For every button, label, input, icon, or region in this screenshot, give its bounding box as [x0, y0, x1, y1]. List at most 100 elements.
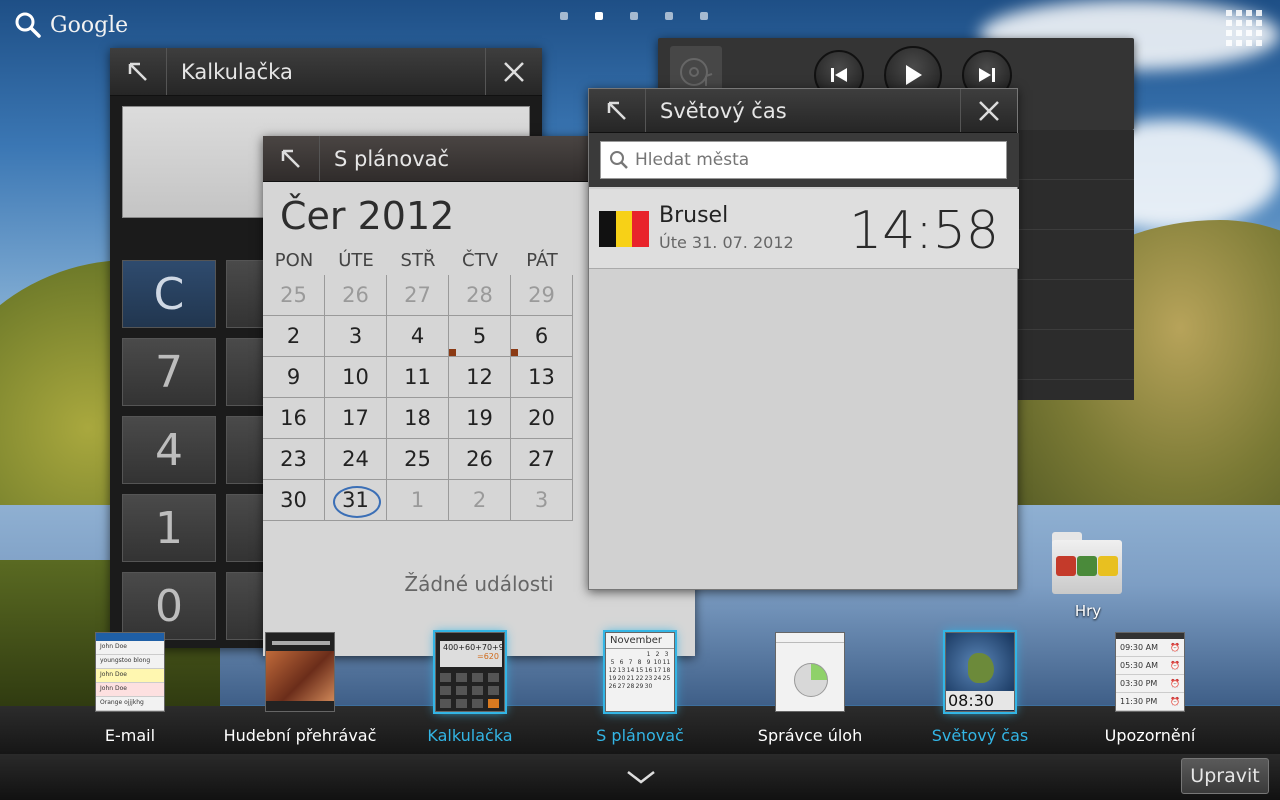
next-icon	[979, 68, 995, 82]
planner-thumb-day: 25	[662, 675, 671, 682]
calendar-day[interactable]: 17	[325, 398, 387, 439]
app-label-planner[interactable]: S plánovač	[555, 726, 725, 745]
planner-thumb-day: 29	[635, 683, 644, 690]
calc-key[interactable]	[226, 260, 266, 328]
calendar-day[interactable]: 18	[387, 398, 449, 439]
planner-thumb-day: 21	[626, 675, 635, 682]
planner-thumb-month: November	[606, 633, 674, 649]
expand-button[interactable]	[110, 48, 166, 95]
calculator-app-thumb[interactable]: 400+60+70+90 =620	[435, 632, 505, 712]
clear-key[interactable]: C	[122, 260, 216, 328]
app-label-task-manager[interactable]: Správce úloh	[725, 726, 895, 745]
calc-key[interactable]	[226, 416, 266, 484]
calendar-day[interactable]: 5	[449, 316, 511, 357]
app-label-world-clock[interactable]: Světový čas	[895, 726, 1065, 745]
calendar-day[interactable]: 4	[387, 316, 449, 357]
calendar-day[interactable]: 28	[449, 275, 511, 316]
calendar-day[interactable]: 13	[511, 357, 573, 398]
edit-button[interactable]: Upravit	[1181, 758, 1269, 794]
planner-thumb-grid: 1 2 3 5 6 7 8 9 10 11 12 13 14 15 16 17 18 19 20 21 22 23 24 25…	[606, 649, 674, 693]
calendar-day[interactable]: 27	[511, 439, 573, 480]
app-label-email[interactable]: E-mail	[45, 726, 215, 745]
calendar-day[interactable]: 6	[511, 316, 573, 357]
task-manager-app-thumb[interactable]	[775, 632, 845, 712]
calendar-day[interactable]: 23	[263, 439, 325, 480]
city-search-input[interactable]	[635, 150, 995, 170]
expand-button[interactable]	[263, 136, 319, 181]
google-search-widget[interactable]: Google	[14, 8, 128, 42]
app-label-music-player[interactable]: Hudební přehrávač	[215, 726, 385, 745]
music-thumb-image	[266, 651, 334, 701]
key-7[interactable]: 7	[122, 338, 216, 406]
key-1[interactable]: 1	[122, 494, 216, 562]
calendar-day[interactable]: 25	[263, 275, 325, 316]
calc-key[interactable]	[226, 338, 266, 406]
belgium-flag-icon	[599, 211, 650, 247]
calendar-day[interactable]: 29	[511, 275, 573, 316]
key-0[interactable]: 0	[122, 572, 216, 640]
apps-grid-icon[interactable]	[1224, 8, 1262, 46]
calendar-day[interactable]: 30	[263, 480, 325, 521]
planner-thumb-day: 1	[646, 651, 651, 658]
planner-app-thumb[interactable]: November 1 2 3 5 6 7 8 9 10 11 12 13 14 15 16 17 18 19 20 2…	[605, 632, 675, 712]
music-player-app-thumb[interactable]	[265, 632, 335, 712]
city-row[interactable]: Brusel Úte 31. 07. 2012 14:58	[589, 189, 1019, 269]
calendar-day[interactable]: 16	[263, 398, 325, 439]
planner-thumb-day: 11	[662, 659, 671, 666]
page-dot-active	[595, 12, 603, 20]
city-search-box[interactable]	[600, 141, 1007, 179]
calendar-day[interactable]: 26	[325, 275, 387, 316]
window-header: Kalkulačka	[110, 48, 542, 96]
calendar-day[interactable]: 10	[325, 357, 387, 398]
email-row: John Doe	[96, 683, 164, 697]
calendar-day[interactable]: 11	[387, 357, 449, 398]
folder-label: Hry	[1074, 602, 1102, 620]
calendar-day[interactable]: 20	[511, 398, 573, 439]
calendar-day[interactable]: 2	[263, 316, 325, 357]
calendar-day[interactable]: 19	[449, 398, 511, 439]
collapse-tray-chevron-icon[interactable]	[626, 768, 656, 786]
calendar-day[interactable]: 24	[325, 439, 387, 480]
alarm-row: 03:30 PM ⏰	[1116, 675, 1184, 693]
alarm-row: 09:30 AM ⏰	[1116, 639, 1184, 657]
calendar-day[interactable]: 27	[387, 275, 449, 316]
close-icon	[504, 61, 524, 82]
page-dot	[560, 12, 568, 20]
key-4[interactable]: 4	[122, 416, 216, 484]
planner-thumb-day: 23	[644, 675, 653, 682]
alarm-row: 11:30 PM ⏰	[1116, 693, 1184, 711]
window-title: Světový čas	[660, 98, 787, 123]
google-label: Google	[50, 12, 129, 38]
app-label-calculator[interactable]: Kalkulačka	[385, 726, 555, 745]
alarm-app-thumb[interactable]: 09:30 AM ⏰ 05:30 AM ⏰ 03:30 PM ⏰ 11:30 PM ⏰	[1115, 632, 1185, 712]
email-row: youngstoo blong	[96, 655, 164, 669]
calendar-day[interactable]: 9	[263, 357, 325, 398]
calendar-day[interactable]: 25	[387, 439, 449, 480]
close-button[interactable]	[961, 89, 1017, 132]
close-icon	[979, 100, 999, 121]
planner-thumb-day: 18	[662, 667, 671, 674]
alarm-row: 05:30 AM ⏰	[1116, 657, 1184, 675]
planner-thumb-day: 6	[619, 659, 624, 666]
planner-thumb-day	[635, 651, 644, 659]
calendar-day[interactable]: 3	[511, 480, 573, 521]
calendar-day[interactable]: 31	[325, 480, 387, 521]
calendar-day[interactable]: 12	[449, 357, 511, 398]
calendar-day[interactable]: 26	[449, 439, 511, 480]
games-folder[interactable]	[1052, 532, 1124, 594]
close-button[interactable]	[486, 48, 542, 95]
planner-thumb-day	[608, 651, 617, 659]
email-row: John Doe	[96, 669, 164, 683]
planner-thumb-day: 16	[644, 667, 653, 674]
expand-button[interactable]	[589, 89, 645, 132]
calc-key[interactable]	[226, 494, 266, 562]
calendar-day[interactable]: 2	[449, 480, 511, 521]
world-clock-app-thumb[interactable]: 08:30	[945, 632, 1015, 712]
calc-key[interactable]	[226, 572, 266, 640]
calendar-day[interactable]: 1	[387, 480, 449, 521]
search-icon	[15, 12, 41, 38]
app-label-alarm[interactable]: Upozornění	[1065, 726, 1235, 745]
page-dot	[665, 12, 673, 20]
email-app-thumb[interactable]: John Doe youngstoo blong John Doe John D…	[95, 632, 165, 712]
calendar-day[interactable]: 3	[325, 316, 387, 357]
